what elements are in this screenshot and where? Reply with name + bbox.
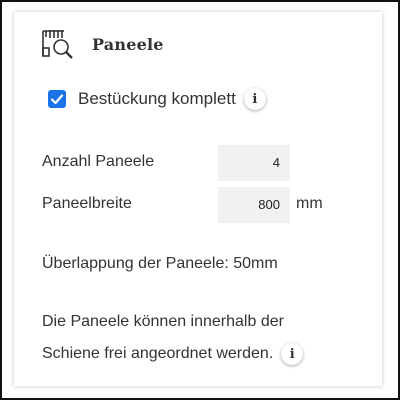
count-label: Anzahl Paneele <box>42 153 155 170</box>
width-unit: mm <box>296 195 323 212</box>
panel-search-icon <box>40 26 76 62</box>
checkmark-icon <box>50 94 64 105</box>
panel-header: Paneele <box>40 26 164 62</box>
note-line-2: Schiene frei angeordnet werden. <box>42 345 274 362</box>
complete-label: Bestückung komplett <box>78 89 236 108</box>
width-label: Paneelbreite <box>42 195 132 212</box>
note-line-2-row: Schiene frei angeordnet werden. i <box>42 343 304 365</box>
info-icon[interactable]: i <box>243 88 266 110</box>
panel-title: Paneele <box>92 34 164 54</box>
info-icon[interactable]: i <box>281 343 304 365</box>
note-line-1: Die Paneele können innerhalb der <box>42 313 284 330</box>
complete-checkbox[interactable] <box>48 90 66 108</box>
complete-row: Bestückung komplett i <box>48 88 266 110</box>
count-input[interactable]: 4 <box>218 145 290 181</box>
overlap-text: Überlappung der Paneele: 50mm <box>42 255 278 272</box>
width-input[interactable]: 800 <box>218 187 290 223</box>
